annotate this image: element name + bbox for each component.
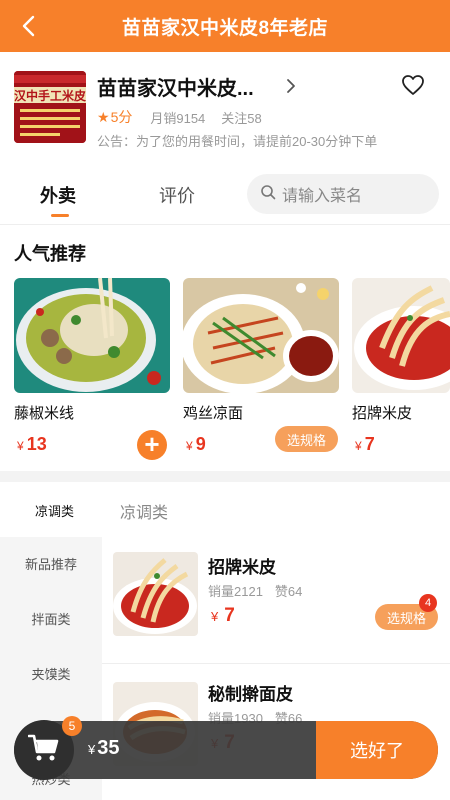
- tab-reviews[interactable]: 评价: [159, 182, 195, 208]
- sidebar-item-noodles[interactable]: 拌面类: [0, 592, 102, 647]
- food-name: 招牌米皮: [208, 558, 276, 577]
- food-likes: 赞64: [274, 584, 303, 599]
- popular-item-name: 鸡丝凉面: [183, 405, 244, 422]
- cart-count-badge: 5: [62, 716, 82, 736]
- food-meta: 销量2121 赞64: [208, 581, 302, 600]
- category-header: 凉调类 凉调类: [0, 482, 450, 537]
- section-gap: [0, 471, 450, 482]
- star-icon: ★: [97, 108, 110, 125]
- add-to-cart-button[interactable]: +: [137, 430, 167, 460]
- page-title: 苗苗家汉中米皮8年老店: [121, 17, 329, 39]
- search-icon: [260, 184, 276, 205]
- divider: [0, 224, 450, 225]
- food-name: 秘制擀面皮: [208, 685, 293, 704]
- food-sales: 销量2121: [208, 584, 263, 599]
- shop-stats: ★ 5分 月销9154 关注58: [97, 107, 262, 127]
- food-item[interactable]: 招牌米皮 销量2121 赞64 ¥7 选规格 4: [102, 537, 450, 657]
- shop-name[interactable]: 苗苗家汉中米皮...: [97, 72, 254, 101]
- food-image: [352, 278, 450, 393]
- popular-item-price: ¥9: [186, 434, 206, 454]
- shop-tabs: 外卖 评价 请输入菜名: [0, 170, 450, 222]
- quantity-badge: 4: [419, 594, 437, 612]
- popular-item-name: 招牌米皮: [352, 405, 413, 422]
- select-spec-button[interactable]: 选规格: [275, 426, 338, 452]
- food-image: [183, 278, 339, 393]
- monthly-sales: 月销9154: [150, 110, 206, 126]
- shop-info: 汉中手工米皮 苗苗家汉中米皮... ★ 5分 月销9154 关注58 公告：为了…: [0, 52, 450, 162]
- popular-item-price: ¥7: [355, 434, 375, 454]
- tab-takeout[interactable]: 外卖: [40, 182, 76, 208]
- popular-item-name: 藤椒米线: [14, 405, 75, 422]
- shop-score: 5分: [110, 109, 133, 125]
- sidebar-item-buns[interactable]: 夹馍类: [0, 647, 102, 702]
- popular-item[interactable]: 藤椒米线 ¥13 +: [14, 278, 170, 460]
- sidebar-item-new[interactable]: 新品推荐: [0, 537, 102, 592]
- tab-active-indicator: [51, 214, 69, 217]
- back-icon[interactable]: [14, 12, 42, 40]
- popular-item-price: ¥13: [17, 434, 47, 454]
- chevron-right-icon[interactable]: [284, 78, 298, 94]
- cart-icon: [27, 734, 60, 767]
- followers-count: 关注58: [221, 110, 262, 126]
- popular-title: 人气推荐: [14, 244, 86, 264]
- search-placeholder: 请输入菜名: [282, 188, 363, 205]
- shop-notice: 公告：为了您的用餐时间，请提前20-30分钟下单: [97, 134, 378, 149]
- search-input[interactable]: 请输入菜名: [247, 174, 439, 214]
- heart-icon[interactable]: [401, 74, 425, 96]
- popular-item[interactable]: 鸡丝凉面 ¥9 选规格: [183, 278, 339, 454]
- section-title: 凉调类: [120, 505, 169, 522]
- checkout-button[interactable]: 选好了: [316, 721, 438, 779]
- top-bar: 苗苗家汉中米皮8年老店: [0, 0, 450, 52]
- food-image: [14, 278, 170, 393]
- cart-total: ¥35: [88, 737, 120, 759]
- shop-logo: 汉中手工米皮: [14, 71, 86, 143]
- popular-item[interactable]: 招牌米皮 ¥7: [352, 278, 450, 454]
- current-category: 凉调类: [35, 504, 75, 519]
- shop-logo-text: 汉中手工米皮: [14, 88, 86, 103]
- food-price: ¥7: [211, 605, 235, 626]
- food-image: [113, 552, 198, 636]
